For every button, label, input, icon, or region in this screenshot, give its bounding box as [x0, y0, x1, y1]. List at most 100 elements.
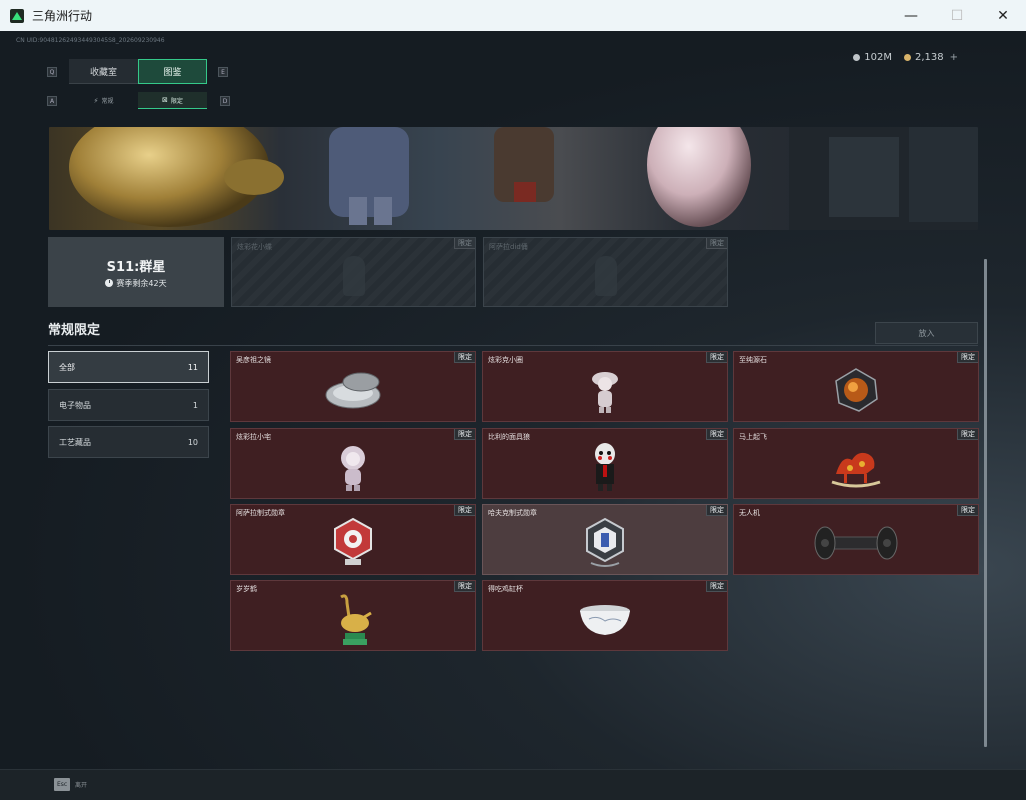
app-logo-icon: [10, 8, 24, 23]
filter-count: 1: [192, 400, 198, 410]
crane-icon: [323, 591, 383, 647]
bottom-bar: Esc 离开: [0, 769, 1026, 800]
limited-tag: 限定: [957, 505, 978, 516]
game-screen: CN UID:904812624934493045S8_202609230946…: [0, 31, 1026, 800]
featured-item-name: 阿萨拉did俑: [489, 243, 528, 251]
season-title: S11:群星: [106, 259, 166, 275]
currency-gold-value: 2,138: [914, 51, 944, 63]
window-titlebar: 三角洲行动 — ☐ ✕: [0, 0, 1026, 31]
sub-tabs: ⚡ 常规 ⊠ 限定: [69, 92, 207, 109]
put-in-button[interactable]: 放入: [875, 322, 978, 344]
item-silhouette-icon: [342, 256, 365, 296]
item-name: 得吃鸡缸杯: [488, 585, 523, 593]
item-silhouette-icon: [594, 256, 617, 296]
main-tabs: 收藏室 图鉴: [69, 59, 207, 84]
season-remaining: 赛季剩余42天: [105, 278, 167, 289]
collectible-card[interactable]: 哈夫克制式勋章 限定: [482, 504, 728, 575]
item-name: 无人机: [739, 509, 760, 517]
item-name: 炫彩拉小宅: [236, 433, 271, 441]
key-hint-e: E: [218, 67, 228, 77]
limited-tag: 限定: [454, 505, 475, 516]
limited-tag: 限定: [454, 429, 475, 440]
clock-icon: [105, 279, 114, 287]
item-name: 炫彩克小圈: [488, 356, 523, 364]
content-scrollbar[interactable]: [984, 259, 987, 747]
puppet-icon: [575, 439, 635, 495]
season-remaining-text: 赛季剩余42天: [116, 278, 167, 288]
tab-limited-label: 限定: [170, 97, 183, 105]
medal-icon: [323, 515, 383, 571]
filter-count: 11: [187, 362, 198, 372]
item-name: 至纯源石: [739, 356, 767, 364]
featured-item-card[interactable]: 炫彩花小蝶 限定: [231, 237, 476, 307]
filter-crafts[interactable]: 工艺藏品 10: [48, 426, 209, 458]
collectible-card[interactable]: 马上起飞 限定: [733, 428, 979, 499]
filter-label: 电子物品: [59, 400, 91, 410]
player-uid: CN UID:904812624934493045S8_202609230946: [16, 37, 165, 44]
currency-silver[interactable]: 102M: [853, 52, 892, 63]
close-button[interactable]: ✕: [980, 0, 1026, 31]
lightning-icon: ⚡: [93, 96, 99, 105]
limited-tag: 限定: [706, 581, 727, 592]
silver-coin-icon: [853, 53, 861, 61]
limited-tag: 限定: [706, 429, 727, 440]
collectible-card[interactable]: 吴彦祖之镜 限定: [230, 351, 476, 422]
add-currency-icon[interactable]: +: [950, 52, 958, 63]
window-controls: — ☐ ✕: [888, 0, 1026, 31]
gold-coin-icon: [903, 53, 911, 61]
filter-label: 工艺藏品: [59, 437, 91, 447]
featured-item-card[interactable]: 阿萨拉did俑 限定: [483, 237, 728, 307]
filter-count: 10: [187, 437, 198, 447]
collectible-card[interactable]: 至纯源石 限定: [733, 351, 979, 422]
currency-silver-value: 102M: [864, 51, 892, 63]
collectible-card[interactable]: 无人机 限定: [733, 504, 979, 575]
item-name: 比利的面具狼: [488, 433, 530, 441]
key-hint-d: D: [220, 96, 230, 106]
item-name: 阿萨拉制式勋章: [236, 509, 285, 517]
collectible-card[interactable]: 炫彩克小圈 限定: [482, 351, 728, 422]
tab-catalog[interactable]: 图鉴: [138, 59, 207, 84]
limited-tag: 限定: [454, 581, 475, 592]
mirror-icon: [323, 362, 383, 418]
key-hint-q: Q: [47, 67, 57, 77]
collectible-card[interactable]: 比利的面具狼 限定: [482, 428, 728, 499]
limited-tag: 限定: [957, 352, 978, 363]
filter-electronics[interactable]: 电子物品 1: [48, 389, 209, 421]
limited-icon: ⊠: [162, 96, 168, 104]
doll-icon: [323, 439, 383, 495]
item-name: 岁岁鹤: [236, 585, 257, 593]
item-name: 哈夫克制式勋章: [488, 509, 537, 517]
limited-tag: 限定: [706, 352, 727, 363]
doll-icon: [575, 362, 635, 418]
tab-regular[interactable]: ⚡ 常规: [69, 92, 138, 109]
filter-label: 全部: [59, 362, 75, 372]
currency-gold[interactable]: 2,138 +: [903, 51, 958, 63]
featured-item-name: 炫彩花小蝶: [237, 243, 272, 251]
esc-key-button[interactable]: Esc: [54, 778, 71, 791]
limited-tag: 限定: [706, 505, 727, 516]
tab-collection-room[interactable]: 收藏室: [69, 59, 138, 84]
esc-label: 离开: [75, 782, 88, 789]
currency-bar: 102M 2,138 +: [836, 39, 1026, 75]
key-hint-a: A: [47, 96, 57, 106]
item-name: 吴彦祖之镜: [236, 356, 271, 364]
bowl-icon: [575, 591, 635, 647]
filter-all[interactable]: 全部 11: [48, 351, 209, 383]
collectible-card[interactable]: 得吃鸡缸杯 限定: [482, 580, 728, 651]
tab-limited[interactable]: ⊠ 限定: [138, 92, 207, 109]
section-divider: [48, 345, 978, 346]
season-info: S11:群星 赛季剩余42天: [48, 237, 224, 307]
season-banner-image: [49, 127, 978, 230]
collectible-card[interactable]: 炫彩拉小宅 限定: [230, 428, 476, 499]
limited-tag: 限定: [957, 429, 978, 440]
window-title: 三角洲行动: [32, 9, 93, 23]
collectible-card[interactable]: 阿萨拉制式勋章 限定: [230, 504, 476, 575]
maximize-button[interactable]: ☐: [934, 0, 980, 31]
gem-icon: [826, 362, 886, 418]
minimize-button[interactable]: —: [888, 0, 934, 31]
collectible-card[interactable]: 岁岁鹤 限定: [230, 580, 476, 651]
drone-icon: [811, 515, 901, 571]
limited-tag: 限定: [454, 238, 475, 249]
tab-regular-label: 常规: [101, 98, 114, 105]
section-title: 常规限定: [48, 323, 101, 338]
